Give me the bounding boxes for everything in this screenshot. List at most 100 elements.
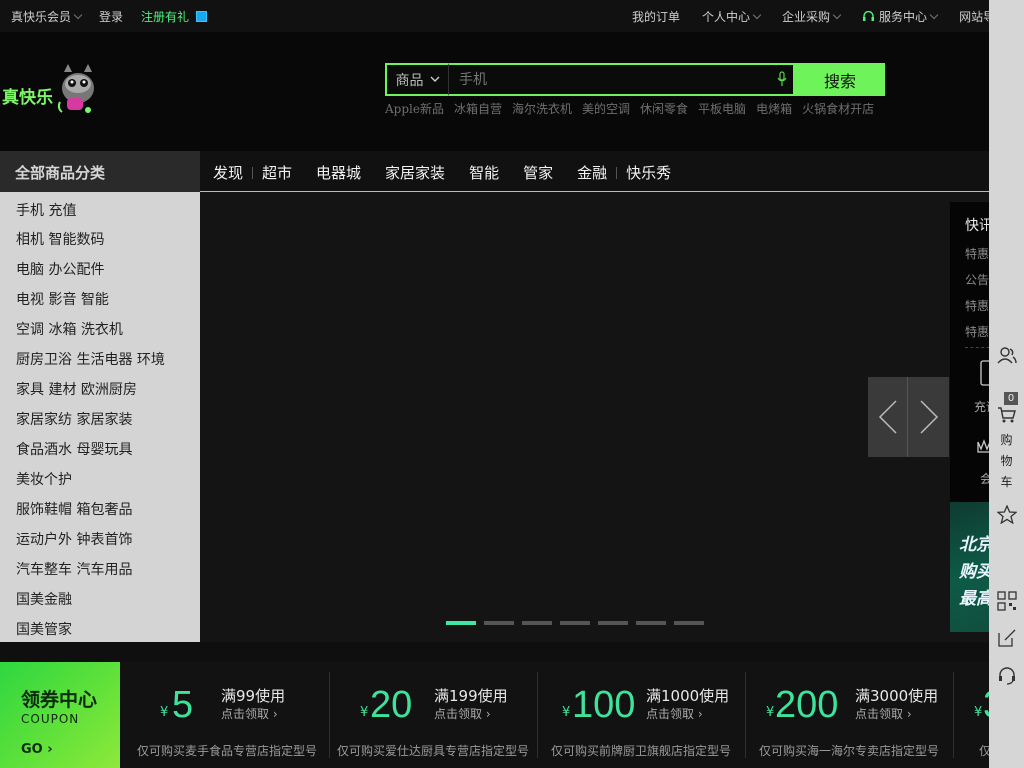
news-item[interactable]: 特惠 xyxy=(965,297,989,314)
microphone-icon[interactable] xyxy=(777,71,787,87)
category-item[interactable]: 家居家纺 家居家装 xyxy=(16,409,132,429)
hotword-link[interactable]: 火锅食材开店 xyxy=(802,100,874,117)
nav-link-butler[interactable]: 管家 xyxy=(523,162,553,183)
hotword-link[interactable]: 电烤箱 xyxy=(756,100,792,117)
right-toolbar: 0 购 物 车 xyxy=(989,0,1024,768)
member-menu[interactable]: 真快乐会员 xyxy=(11,8,83,25)
search-input[interactable] xyxy=(448,63,795,96)
carousel-prev-button[interactable] xyxy=(868,377,908,457)
search-category-label: 商品 xyxy=(395,72,424,89)
category-item[interactable]: 汽车整车 汽车用品 xyxy=(16,559,132,579)
nav-link-happy-show[interactable]: 快乐秀 xyxy=(626,162,671,183)
coupon-card[interactable]: ¥ 3 仅 xyxy=(954,662,989,768)
all-categories-button[interactable]: 全部商品分类 xyxy=(0,151,200,192)
hotword-link[interactable]: 海尔洗衣机 xyxy=(512,100,572,117)
nav-link-discover[interactable]: 发现 xyxy=(213,162,243,183)
category-item[interactable]: 空调 冰箱 洗衣机 xyxy=(16,319,123,339)
coupon-description: 仅可购买前牌厨卫旗舰店指定型号 xyxy=(551,744,732,758)
qr-code-icon xyxy=(996,591,1017,611)
search-button[interactable]: 搜索 xyxy=(795,63,885,96)
feedback-button[interactable] xyxy=(989,623,1024,653)
category-item[interactable]: 电脑 办公配件 xyxy=(16,259,104,279)
search-category-select[interactable]: 商品 xyxy=(385,63,448,96)
category-item[interactable]: 食品酒水 母婴玩具 xyxy=(16,439,132,459)
coupon-strip: 领券中心 COUPON GO › ¥ 5 满99使用 点击领取 › 仅可购买麦手… xyxy=(0,662,989,768)
chevron-right-icon: › xyxy=(485,707,491,721)
cart-label[interactable]: 购 物 车 xyxy=(989,430,1024,493)
chevron-right-icon: › xyxy=(272,707,278,721)
category-item[interactable]: 家具 建材 欧洲厨房 xyxy=(16,379,137,399)
chevron-right-icon: › xyxy=(47,742,53,757)
news-item[interactable]: 特惠 xyxy=(965,245,989,262)
hotword-link[interactable]: Apple新品 xyxy=(385,100,444,117)
carousel-dot[interactable] xyxy=(484,621,514,625)
category-item[interactable]: 电视 影音 智能 xyxy=(16,289,109,309)
coupon-condition: 满1000使用 xyxy=(646,687,730,705)
category-item[interactable]: 手机 充值 xyxy=(16,200,76,220)
chevron-down-icon xyxy=(752,10,762,20)
my-orders-link[interactable]: 我的订单 xyxy=(632,8,680,25)
go-label: GO xyxy=(21,742,43,757)
category-item[interactable]: 服饰鞋帽 箱包奢品 xyxy=(16,499,132,519)
cart-char: 购 xyxy=(1000,433,1013,447)
carousel-dot[interactable] xyxy=(446,621,476,625)
chevron-down-icon xyxy=(430,76,439,82)
nav-link-supermarket[interactable]: 超市 xyxy=(262,162,292,183)
coupon-claim-link[interactable]: 点击领取 › xyxy=(646,705,703,722)
account-button[interactable] xyxy=(989,340,1024,370)
coupon-claim-link[interactable]: 点击领取 › xyxy=(221,705,278,722)
carousel-dot[interactable] xyxy=(560,621,590,625)
cart-char: 物 xyxy=(1000,454,1013,468)
coupon-claim-link[interactable]: 点击领取 › xyxy=(855,705,912,722)
news-item[interactable]: 公告 xyxy=(965,271,989,288)
service-center-label: 服务中心 xyxy=(879,10,928,24)
chevron-right-icon xyxy=(920,400,939,434)
hotword-link[interactable]: 休闲零食 xyxy=(640,100,688,117)
category-item[interactable]: 相机 智能数码 xyxy=(16,229,104,249)
carousel-dot[interactable] xyxy=(636,621,666,625)
member-label[interactable]: 会 xyxy=(980,470,989,487)
login-link[interactable]: 登录 xyxy=(99,8,123,25)
category-item[interactable]: 运动户外 钟表首饰 xyxy=(16,529,132,549)
promo-line: 最高 xyxy=(959,589,989,609)
edit-icon xyxy=(997,629,1015,647)
site-logo[interactable]: 真快乐 xyxy=(2,62,102,118)
promo-image[interactable]: 北京 购买 最高 xyxy=(950,502,989,632)
coupon-card[interactable]: ¥ 20 满199使用 点击领取 › 仅可购买爱仕达厨具专营店指定型号 xyxy=(330,662,538,768)
nav-link-home[interactable]: 家居家装 xyxy=(385,162,445,183)
coupon-center-card[interactable]: 领券中心 COUPON GO › xyxy=(0,662,124,768)
recharge-label[interactable]: 充话 xyxy=(974,398,989,415)
favorites-button[interactable] xyxy=(989,499,1024,529)
hotword-link[interactable]: 美的空调 xyxy=(582,100,630,117)
claim-label: 点击领取 xyxy=(221,707,270,721)
enterprise-menu[interactable]: 企业采购 xyxy=(782,8,842,25)
coupon-card[interactable]: ¥ 100 满1000使用 点击领取 › 仅可购买前牌厨卫旗舰店指定型号 xyxy=(538,662,746,768)
hotword-link[interactable]: 冰箱自营 xyxy=(454,100,502,117)
phone-icon xyxy=(980,360,989,386)
register-link[interactable]: 注册有礼 xyxy=(141,8,208,25)
nav-link-smart[interactable]: 智能 xyxy=(469,162,499,183)
carousel-dot[interactable] xyxy=(598,621,628,625)
customer-service-button[interactable] xyxy=(989,661,1024,691)
top-utility-bar: 真快乐会员 登录 注册有礼 我的订单 个人中心 企业采购 服务中心 网站导航 xyxy=(0,0,1007,32)
coupon-card[interactable]: ¥ 200 满3000使用 点击领取 › 仅可购买海一海尔专卖店指定型号 xyxy=(746,662,954,768)
hotword-link[interactable]: 平板电脑 xyxy=(698,100,746,117)
category-item[interactable]: 美妆个护 xyxy=(16,469,72,489)
coupon-card[interactable]: ¥ 5 满99使用 点击领取 › 仅可购买麦手食品专营店指定型号 xyxy=(122,662,330,768)
carousel-next-button[interactable] xyxy=(909,377,949,457)
carousel-dot[interactable] xyxy=(522,621,552,625)
category-item[interactable]: 厨房卫浴 生活电器 环境 xyxy=(16,349,165,369)
qr-code-button[interactable] xyxy=(989,586,1024,616)
personal-center-menu[interactable]: 个人中心 xyxy=(702,8,762,25)
category-item[interactable]: 国美管家 xyxy=(16,619,72,639)
coupon-claim-link[interactable]: 点击领取 › xyxy=(434,705,491,722)
header: 真快乐 商品 搜索 Apple xyxy=(0,32,989,151)
nav-link-appliances[interactable]: 电器城 xyxy=(316,162,361,183)
carousel-dot[interactable] xyxy=(674,621,704,625)
nav-link-finance[interactable]: 金融 xyxy=(577,162,607,183)
cart-button[interactable] xyxy=(989,400,1024,430)
service-center-menu[interactable]: 服务中心 xyxy=(862,8,939,25)
category-item[interactable]: 国美金融 xyxy=(16,589,72,609)
news-item[interactable]: 特惠 xyxy=(965,323,989,340)
coupon-go-link[interactable]: GO › xyxy=(21,742,53,757)
